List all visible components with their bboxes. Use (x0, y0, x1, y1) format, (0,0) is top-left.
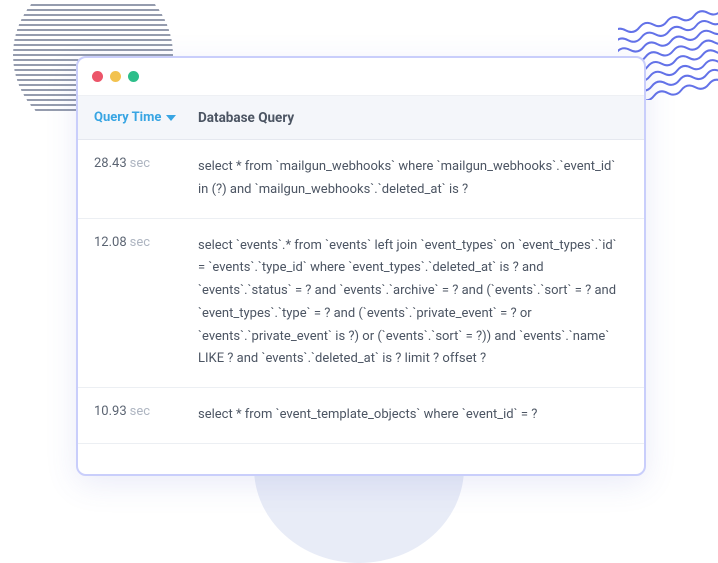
cell-time: 10.93 sec (78, 404, 198, 427)
header-database-query-label: Database Query (198, 110, 294, 126)
cell-time: 28.43 sec (78, 156, 198, 202)
cell-query: select * from `mailgun_webhooks` where `… (198, 156, 644, 202)
minimize-icon[interactable] (110, 71, 121, 82)
time-unit: sec (130, 156, 150, 171)
query-window: Query Time Database Query 28.43 sec sele… (76, 56, 646, 476)
table-body: 28.43 sec select * from `mailgun_webhook… (78, 140, 644, 444)
time-value: 28.43 (94, 156, 127, 171)
query-table: Query Time Database Query 28.43 sec sele… (78, 96, 644, 474)
time-value: 10.93 (94, 404, 127, 419)
cell-time: 12.08 sec (78, 235, 198, 372)
sort-desc-icon (166, 115, 176, 121)
time-unit: sec (130, 235, 150, 250)
cell-query: select `events`.* from `events` left joi… (198, 235, 644, 372)
time-unit: sec (130, 404, 150, 419)
cell-query: select * from `event_template_objects` w… (198, 404, 644, 427)
table-header-row: Query Time Database Query (78, 96, 644, 140)
close-icon[interactable] (92, 71, 103, 82)
maximize-icon[interactable] (128, 71, 139, 82)
table-row: 12.08 sec select `events`.* from `events… (78, 219, 644, 389)
window-titlebar (78, 58, 644, 96)
table-row: 10.93 sec select * from `event_template_… (78, 388, 644, 444)
header-database-query[interactable]: Database Query (198, 96, 644, 139)
header-query-time-label: Query Time (94, 110, 161, 125)
table-row: 28.43 sec select * from `mailgun_webhook… (78, 140, 644, 219)
header-query-time[interactable]: Query Time (78, 96, 198, 139)
time-value: 12.08 (94, 235, 127, 250)
